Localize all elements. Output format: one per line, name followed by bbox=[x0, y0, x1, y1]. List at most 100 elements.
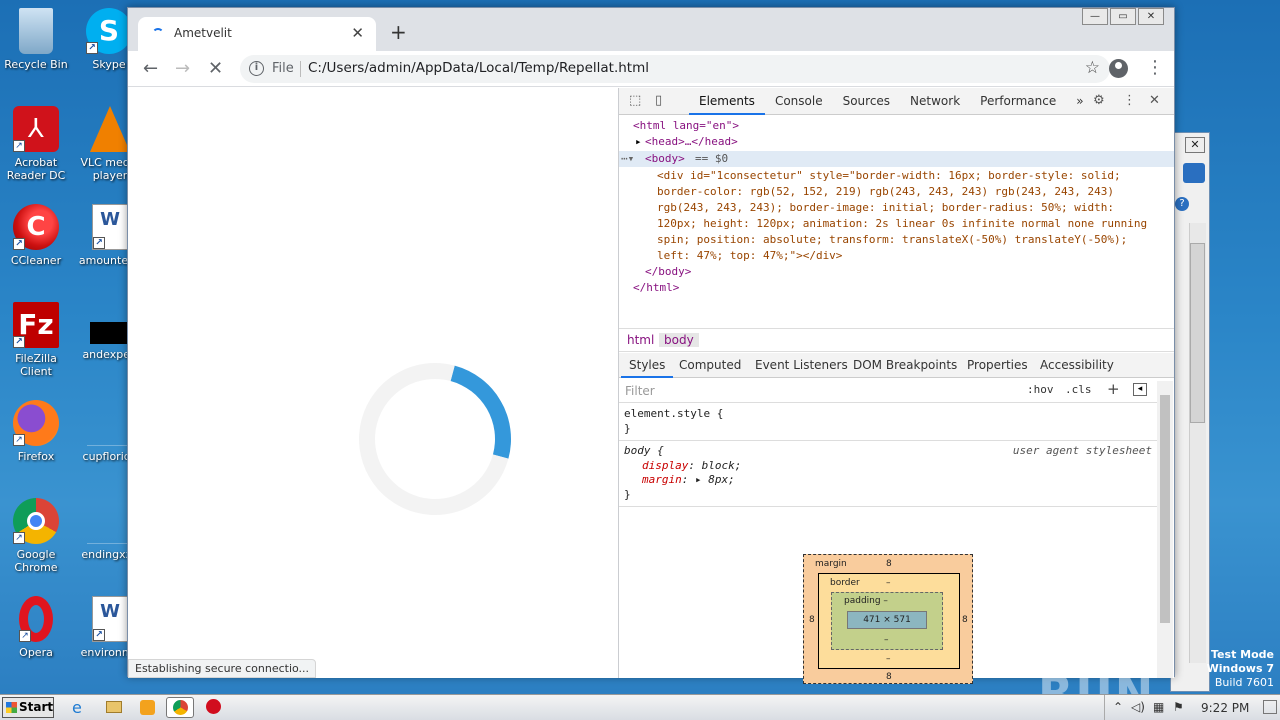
background-window: ✕ ? bbox=[1170, 132, 1210, 692]
back-arrow-icon[interactable]: ← bbox=[143, 58, 158, 79]
margin-bottom-value[interactable]: 8 bbox=[886, 672, 892, 682]
breadcrumb-body[interactable]: body bbox=[659, 333, 699, 347]
inspect-element-icon[interactable]: ⬚ bbox=[629, 93, 641, 108]
stop-loading-icon[interactable]: ✕ bbox=[208, 58, 223, 79]
maximize-button[interactable]: ▭ bbox=[1110, 8, 1136, 25]
tab-styles[interactable]: Styles bbox=[620, 358, 674, 378]
dom-node-html[interactable]: <html lang="en"> bbox=[633, 118, 739, 134]
expand-triangle-icon[interactable]: ▸ bbox=[695, 473, 702, 486]
tab-network[interactable]: Network bbox=[900, 88, 970, 115]
action-center-flag-icon[interactable]: ⚑ bbox=[1173, 700, 1184, 714]
tab-active[interactable]: Ametvelit ✕ bbox=[138, 17, 376, 51]
desktop-icon-label: Opera bbox=[19, 646, 53, 659]
background-window-scroll-thumb[interactable] bbox=[1190, 243, 1205, 423]
tab-close-icon[interactable]: ✕ bbox=[351, 24, 364, 42]
rule-close-brace: } bbox=[624, 421, 631, 435]
class-toggle[interactable]: .cls bbox=[1065, 383, 1092, 396]
help-icon[interactable]: ? bbox=[1175, 197, 1189, 211]
devtools-menu-icon[interactable]: ⋮ bbox=[1123, 93, 1136, 108]
css-value-margin[interactable]: 8px; bbox=[708, 473, 735, 486]
box-model-border[interactable]: border – – padding – 471 × 571 – bbox=[818, 573, 960, 669]
settings-gear-icon[interactable]: ⚙ bbox=[1093, 93, 1105, 108]
devtools-toolbar: ⬚ ▯ Elements Console Sources Network Per… bbox=[619, 88, 1174, 115]
desktop-icon-filezilla[interactable]: Fz ↗ FileZilla Client bbox=[0, 302, 72, 378]
desktop-icon-ccleaner[interactable]: C ↗ CCleaner bbox=[0, 204, 72, 267]
desktop-icon-opera[interactable]: ↗ Opera bbox=[0, 596, 72, 659]
dom-node-head[interactable]: <head>…</head> bbox=[645, 134, 738, 150]
profile-avatar-icon[interactable] bbox=[1109, 59, 1128, 78]
background-window-close-button[interactable]: ✕ bbox=[1185, 137, 1205, 153]
desktop-icon-recycle-bin[interactable]: Recycle Bin bbox=[0, 8, 72, 71]
tab-sources[interactable]: Sources bbox=[833, 88, 900, 115]
system-tray: ⌃ ◁) ▦ ⚑ 9:22 PM bbox=[1104, 695, 1280, 720]
info-icon[interactable]: i bbox=[249, 61, 264, 76]
dom-node-body[interactable]: <body> bbox=[645, 151, 685, 167]
margin-right-value[interactable]: 8 bbox=[962, 615, 968, 625]
show-hidden-icons-icon[interactable]: ⌃ bbox=[1113, 700, 1123, 714]
border-label: border bbox=[830, 578, 860, 588]
opera-taskbar-icon[interactable] bbox=[200, 697, 228, 718]
border-top-value[interactable]: – bbox=[886, 578, 891, 588]
chrome-taskbar-icon[interactable] bbox=[166, 697, 194, 718]
url-text[interactable]: C:/Users/admin/AppData/Local/Temp/Repell… bbox=[308, 60, 649, 76]
forward-arrow-icon[interactable]: → bbox=[175, 58, 190, 79]
styles-scroll-thumb[interactable] bbox=[1160, 395, 1170, 623]
styles-filter-input[interactable]: Filter bbox=[625, 384, 655, 398]
hover-state-toggle[interactable]: :hov bbox=[1027, 383, 1054, 396]
margin-left-value[interactable]: 8 bbox=[809, 615, 815, 625]
device-toolbar-icon[interactable]: ▯ bbox=[655, 93, 662, 108]
tab-elements[interactable]: Elements bbox=[689, 88, 765, 115]
new-tab-button[interactable]: + bbox=[390, 20, 407, 44]
speaker-icon[interactable]: ◁) bbox=[1131, 700, 1145, 714]
desktop-icon-acrobat[interactable]: ⅄ ↗ Acrobat Reader DC bbox=[0, 106, 72, 182]
desktop-icon-label: Google Chrome bbox=[14, 548, 58, 574]
more-tabs-button[interactable]: » bbox=[1066, 88, 1093, 115]
tab-accessibility[interactable]: Accessibility bbox=[1040, 358, 1114, 372]
box-model-padding[interactable]: padding – 471 × 571 – bbox=[831, 592, 943, 650]
element-style-rule[interactable]: element.style { } bbox=[619, 404, 1157, 441]
search-icon[interactable] bbox=[1183, 163, 1205, 183]
tab-event-listeners[interactable]: Event Listeners bbox=[755, 358, 848, 372]
show-desktop-button[interactable] bbox=[1263, 700, 1277, 714]
box-model-content-size[interactable]: 471 × 571 bbox=[847, 611, 927, 629]
css-property-margin[interactable]: margin bbox=[642, 473, 682, 486]
start-button[interactable]: Start bbox=[2, 697, 54, 718]
margin-top-value[interactable]: 8 bbox=[886, 559, 892, 569]
ie-taskbar-icon[interactable]: e bbox=[66, 697, 94, 718]
url-separator bbox=[300, 61, 301, 77]
padding-bottom-value[interactable]: – bbox=[884, 635, 889, 645]
loading-ring-spinner bbox=[331, 335, 539, 543]
close-button[interactable]: ✕ bbox=[1138, 8, 1164, 25]
media-player-taskbar-icon[interactable] bbox=[134, 697, 162, 718]
border-bottom-value[interactable]: – bbox=[886, 654, 891, 664]
toggle-sidebar-icon[interactable]: ◂ bbox=[1133, 383, 1147, 396]
dom-node-div[interactable]: <div id="1consectetur" style="border-wid… bbox=[657, 168, 1157, 264]
box-model-margin[interactable]: margin 8 8 8 8 border – – padding – 471 … bbox=[803, 554, 973, 684]
tab-computed[interactable]: Computed bbox=[679, 358, 741, 372]
body-ua-rule[interactable]: body { user agent stylesheet display: bl… bbox=[619, 441, 1157, 507]
clock[interactable]: 9:22 PM bbox=[1201, 701, 1249, 715]
dom-selected-ref: == $0 bbox=[695, 152, 729, 165]
breadcrumb-html[interactable]: html bbox=[627, 333, 654, 347]
dom-tree: <html lang="en"> ▸ <head>…</head> ⋯▾ <bo… bbox=[619, 116, 1174, 326]
network-icon[interactable]: ▦ bbox=[1153, 700, 1164, 714]
tab-performance[interactable]: Performance bbox=[970, 88, 1066, 115]
css-value-display[interactable]: block; bbox=[702, 459, 742, 472]
tab-console[interactable]: Console bbox=[765, 88, 833, 115]
minimize-button[interactable]: — bbox=[1082, 8, 1108, 25]
new-rule-plus-icon[interactable]: + bbox=[1107, 380, 1120, 398]
browser-menu-icon[interactable]: ⋮ bbox=[1146, 57, 1164, 78]
close-devtools-icon[interactable]: ✕ bbox=[1149, 93, 1160, 108]
tab-dom-breakpoints[interactable]: DOM Breakpoints bbox=[853, 358, 957, 372]
css-property-display[interactable]: display bbox=[642, 459, 688, 472]
desktop-icon-chrome[interactable]: ↗ Google Chrome bbox=[0, 498, 72, 574]
explorer-taskbar-icon[interactable] bbox=[100, 697, 128, 718]
tab-properties[interactable]: Properties bbox=[967, 358, 1028, 372]
word-document-icon: W ↗ bbox=[92, 204, 128, 250]
address-bar[interactable]: i File C:/Users/admin/AppData/Local/Temp… bbox=[240, 55, 1110, 83]
desktop-icon-firefox[interactable]: ↗ Firefox bbox=[0, 400, 72, 463]
browser-window: Ametvelit ✕ + — ▭ ✕ ← → ✕ i File C:/User… bbox=[127, 7, 1175, 684]
bookmark-star-icon[interactable]: ☆ bbox=[1085, 58, 1100, 78]
node-ellipsis-icon[interactable]: ⋯▾ bbox=[621, 151, 634, 167]
expand-triangle-icon[interactable]: ▸ bbox=[635, 134, 642, 150]
